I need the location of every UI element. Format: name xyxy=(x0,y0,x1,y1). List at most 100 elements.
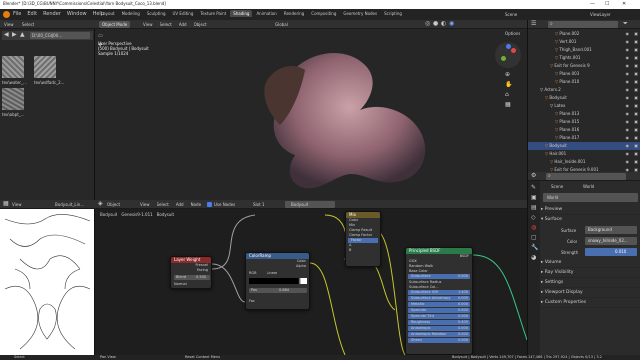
render-camera-icon[interactable]: ▣ xyxy=(634,30,638,38)
view-layer-selector[interactable]: ViewLayer xyxy=(590,12,611,17)
tool-tab-icon[interactable]: ✎ xyxy=(531,185,536,191)
output-tab-icon[interactable]: ▤ xyxy=(531,205,537,211)
visibility-eye-icon[interactable]: ◉ xyxy=(626,62,630,70)
render-camera-icon[interactable]: ▣ xyxy=(634,46,638,54)
workspace-tab-scripting[interactable]: Scripting xyxy=(381,10,405,17)
ortho-toggle-icon[interactable]: ▦ xyxy=(505,102,511,108)
menu-window[interactable]: Window xyxy=(67,11,87,17)
vp-menu-select[interactable]: Select xyxy=(160,22,172,27)
menu-render[interactable]: Render xyxy=(43,11,61,17)
visibility-eye-icon[interactable]: ◉ xyxy=(626,30,630,38)
bsdf-input-row[interactable]: Specular Tint 0.000 xyxy=(408,314,470,319)
surface-shader-field[interactable]: Background xyxy=(585,226,637,234)
workspace-tab-geometry-nodes[interactable]: Geometry Nodes xyxy=(340,10,380,17)
menu-file[interactable]: File xyxy=(13,11,21,17)
properties-type-icon[interactable]: ⚙ xyxy=(531,173,536,179)
panel-preview[interactable]: ▸ Preview xyxy=(541,205,640,215)
bsdf-input-row[interactable]: Subsurface 0.000 xyxy=(408,274,470,279)
color-input-field[interactable]: snowy_hillside_02... xyxy=(585,237,637,245)
outliner-search-field[interactable]: ⌕ xyxy=(548,21,618,28)
outliner-row[interactable]: ▽ Vert.001 ◉ ▣ xyxy=(528,38,640,46)
outliner-row[interactable]: ▽ Plane.010 ◉ ▣ xyxy=(528,78,640,86)
render-camera-icon[interactable]: ▣ xyxy=(634,142,638,150)
outliner-row[interactable]: ▽ Tights.001 ◉ ▣ xyxy=(528,54,640,62)
ramp-interpolation[interactable]: Linear xyxy=(267,271,278,276)
modifier-tab-icon[interactable]: 🔧 xyxy=(531,245,538,251)
visibility-eye-icon[interactable]: ◉ xyxy=(626,102,630,110)
visibility-eye-icon[interactable]: ◉ xyxy=(626,142,630,150)
image-editor[interactable]: ▦ View Bodysuit_Lin... xyxy=(0,200,95,355)
world-datablock[interactable]: World xyxy=(543,193,638,202)
layer-weight-node[interactable]: Layer Weight Fresnel Facing Blend 0.500 … xyxy=(170,256,212,289)
properties-search-field[interactable]: ⌕ xyxy=(546,173,626,180)
menu-edit[interactable]: Edit xyxy=(27,11,37,17)
outliner-row[interactable]: ▽ Hair_Inside.001 ◉ ▣ xyxy=(528,158,640,166)
visibility-eye-icon[interactable]: ◉ xyxy=(626,38,630,46)
scene-tab-icon[interactable]: ◇ xyxy=(531,215,536,221)
file-thumb-2[interactable] xyxy=(34,56,56,78)
visibility-eye-icon[interactable]: ◉ xyxy=(626,78,630,86)
scene-selector[interactable]: Scene xyxy=(505,12,517,17)
panel-surface[interactable]: ▾ Surface xyxy=(541,215,640,225)
gizmo-z-axis[interactable] xyxy=(506,44,511,49)
file-thumb-3[interactable] xyxy=(2,88,24,110)
rendered-shading-icon[interactable]: ◉ xyxy=(449,21,454,27)
bsdf-input-row[interactable]: Roughness 0.400 xyxy=(408,320,470,325)
color-ramp-node[interactable]: ColorRamp Color Alpha RGB Linear Pos 0.8… xyxy=(245,252,310,310)
panel-custom-properties[interactable]: ▸ Custom Properties xyxy=(541,298,640,308)
gizmo-x-axis[interactable] xyxy=(511,48,516,53)
visibility-eye-icon[interactable]: ◉ xyxy=(626,158,630,166)
visibility-eye-icon[interactable]: ◉ xyxy=(626,54,630,62)
workspace-tab-modeling[interactable]: Modeling xyxy=(119,10,143,17)
minimize-button[interactable]: — xyxy=(590,1,595,7)
workspace-tab-uv-editing[interactable]: UV Editing xyxy=(170,10,197,17)
visibility-eye-icon[interactable]: ◉ xyxy=(626,134,630,142)
world-tab-icon[interactable]: ◍ xyxy=(531,225,536,231)
3d-viewport[interactable]: Object Mode View Select Add Object Globa… xyxy=(95,20,527,200)
forward-icon[interactable]: ▶ xyxy=(12,32,17,38)
outliner-row[interactable]: ▽ Bodysuit ◉ ▣ xyxy=(528,142,640,150)
back-icon[interactable]: ◀ xyxy=(4,32,9,38)
bsdf-input-row[interactable]: Specular 0.500 xyxy=(408,308,470,313)
vp-menu-view[interactable]: View xyxy=(143,22,153,27)
vp-menu-object[interactable]: Object xyxy=(194,22,207,27)
object-tab-icon[interactable]: ▢ xyxy=(531,235,537,241)
vp-menu-add[interactable]: Add xyxy=(179,22,187,27)
bsdf-input-row[interactable]: Anisotropic Rotation 0.000 xyxy=(408,332,470,337)
orientation-dropdown[interactable]: Global xyxy=(275,22,288,27)
workspace-tab-rendering[interactable]: Rendering xyxy=(281,10,307,17)
outliner-row[interactable]: ▽ Plane.015 ◉ ▣ xyxy=(528,118,640,126)
visibility-eye-icon[interactable]: ◉ xyxy=(626,150,630,158)
outliner-row[interactable]: ▽ Hair.001 ◉ ▣ xyxy=(528,150,640,158)
file-view-menu[interactable]: View xyxy=(4,22,14,27)
panel-viewport-display[interactable]: ▸ Viewport Display xyxy=(541,288,640,298)
panel-settings[interactable]: ▸ Settings xyxy=(541,278,640,288)
outliner-row[interactable]: ▽ Plane.016 ◉ ▣ xyxy=(528,126,640,134)
lw-blend-field[interactable]: Blend 0.500 xyxy=(174,275,210,280)
workspace-tab-compositing[interactable]: Compositing xyxy=(308,10,339,17)
shader-node-editor[interactable]: ◈ Object View Select Add Node Use Nodes … xyxy=(95,200,527,355)
render-tab-icon[interactable]: ▣ xyxy=(531,195,537,201)
material-tab-icon[interactable]: ◕ xyxy=(531,255,536,261)
outliner-row[interactable]: ▽ Plane.017 ◉ ▣ xyxy=(528,134,640,142)
mix-node[interactable]: Mix Color Mix Clamp Result Clamp Factor … xyxy=(345,211,381,267)
select-box-tool-icon[interactable]: ▭ xyxy=(98,33,103,39)
visibility-eye-icon[interactable]: ◉ xyxy=(626,46,630,54)
render-camera-icon[interactable]: ▣ xyxy=(634,118,638,126)
object-mode-dropdown[interactable]: Object Mode xyxy=(99,21,131,28)
bsdf-input-row[interactable]: Anisotropic 0.000 xyxy=(408,326,470,331)
outliner-row[interactable]: ▽ Bodysuit ◉ ▣ xyxy=(528,94,640,102)
visibility-eye-icon[interactable]: ◉ xyxy=(626,94,630,102)
file-path-field[interactable]: D:\00_CGIJ00... xyxy=(30,32,90,39)
navigation-gizmo[interactable] xyxy=(495,42,521,68)
render-camera-icon[interactable]: ▣ xyxy=(634,78,638,86)
outliner-row[interactable]: ▽ Plane.013 ◉ ▣ xyxy=(528,110,640,118)
render-camera-icon[interactable]: ▣ xyxy=(634,158,638,166)
outliner-row[interactable]: ▽ Latex ◉ ▣ xyxy=(528,102,640,110)
visibility-eye-icon[interactable]: ◉ xyxy=(626,126,630,134)
principled-bsdf-node[interactable]: Principled BSDF BSDF GGX Random Walk Base … xyxy=(405,247,473,355)
filter-icon[interactable]: ⏷ xyxy=(623,21,628,27)
outliner-type-icon[interactable]: ☰ xyxy=(531,21,536,27)
image-view-menu[interactable]: View xyxy=(12,202,22,207)
render-camera-icon[interactable]: ▣ xyxy=(634,110,638,118)
